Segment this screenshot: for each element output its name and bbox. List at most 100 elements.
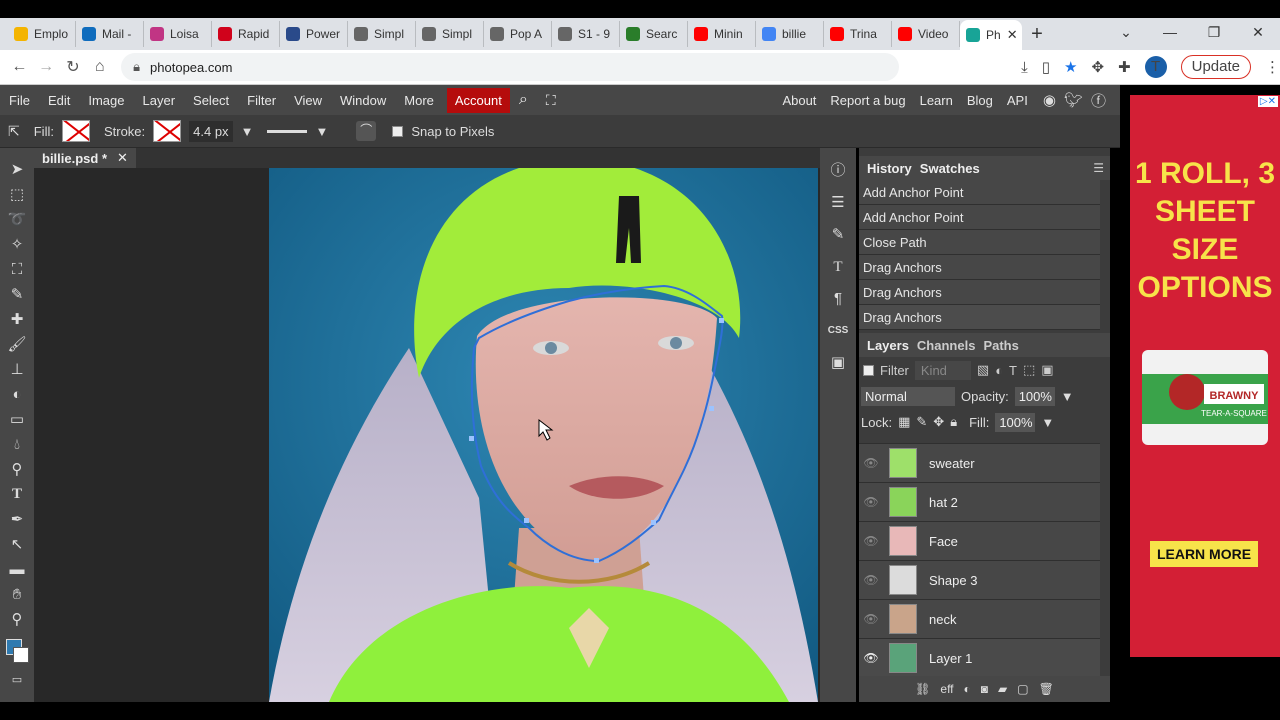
anchor-point[interactable] bbox=[719, 318, 724, 323]
menu-item-filter[interactable]: Filter bbox=[238, 93, 285, 108]
stamp-tool-icon[interactable]: ⊥ bbox=[6, 360, 28, 379]
path-selection-tool-icon[interactable]: ↖ bbox=[6, 535, 28, 554]
ad-close-icon[interactable]: ▷✕ bbox=[1257, 96, 1278, 107]
search-icon[interactable]: ⌕ bbox=[510, 91, 537, 109]
tab-swatches[interactable]: Swatches bbox=[916, 161, 984, 176]
visibility-eye-icon[interactable]: 👁︎ bbox=[859, 651, 883, 665]
browser-tab[interactable]: Minin bbox=[688, 21, 756, 47]
brush-settings-icon[interactable]: ✎ bbox=[832, 224, 845, 246]
stroke-swatch[interactable] bbox=[153, 120, 182, 142]
lasso-tool-icon[interactable]: ➰ bbox=[6, 210, 28, 229]
tab-search-icon[interactable]: ⌄ bbox=[1104, 18, 1148, 50]
visibility-eye-icon[interactable]: 👁︎ bbox=[859, 495, 883, 509]
link-api[interactable]: API bbox=[1000, 93, 1035, 108]
puzzle-icon[interactable]: ✚ bbox=[1118, 58, 1131, 76]
browser-tab[interactable]: Pop A bbox=[484, 21, 552, 47]
image-icon[interactable]: ▣ bbox=[831, 352, 845, 374]
browser-tab[interactable]: Simpl bbox=[416, 21, 484, 47]
stroke-style-dropdown-icon[interactable]: ▼ bbox=[315, 124, 328, 139]
layer-row[interactable]: 👁︎ Layer 1 bbox=[859, 638, 1100, 677]
delete-layer-icon[interactable]: 🗑︎ bbox=[1039, 682, 1054, 696]
fullscreen-icon[interactable]: ⛶ bbox=[537, 92, 565, 109]
filter-shape-icon[interactable]: ⬚ bbox=[1023, 362, 1035, 378]
browser-tab[interactable]: billie bbox=[756, 21, 824, 47]
color-swatches[interactable] bbox=[4, 639, 30, 665]
facebook-icon[interactable]: ⓕ bbox=[1091, 90, 1106, 111]
background-color[interactable] bbox=[13, 647, 29, 663]
link-learn[interactable]: Learn bbox=[913, 93, 960, 108]
eyedropper-tool-icon[interactable]: ✎ bbox=[6, 285, 28, 304]
menu-item-file[interactable]: File bbox=[0, 93, 39, 108]
zoom-tool-icon[interactable]: ⚲ bbox=[6, 610, 28, 629]
browser-tab[interactable]: Loisa bbox=[144, 21, 212, 47]
browser-menu-icon[interactable]: ⋮ bbox=[1265, 58, 1280, 76]
advertisement[interactable]: ▷✕ 1 ROLL, 3 SHEET SIZE OPTIONS BRAWNY T… bbox=[1130, 95, 1280, 657]
dodge-tool-icon[interactable]: ⚲ bbox=[6, 460, 28, 479]
anchor-point[interactable] bbox=[594, 558, 599, 563]
tab-layers[interactable]: Layers bbox=[863, 338, 913, 353]
back-icon[interactable]: ← bbox=[6, 58, 33, 76]
panel-menu-icon[interactable]: ☰ bbox=[1093, 161, 1104, 175]
blur-tool-icon[interactable]: 💧︎ bbox=[6, 435, 28, 454]
minimize-icon[interactable]: — bbox=[1148, 18, 1192, 50]
adjustments-icon[interactable]: ☰ bbox=[831, 192, 844, 214]
restore-icon[interactable]: ❐ bbox=[1192, 18, 1236, 50]
ad-learn-more-button[interactable]: LEARN MORE bbox=[1150, 541, 1258, 567]
anchor-point[interactable] bbox=[709, 406, 714, 411]
page-icon[interactable]: ▯ bbox=[1042, 58, 1050, 76]
account-button[interactable]: Account bbox=[446, 87, 510, 113]
new-layer-icon[interactable]: ▢ bbox=[1017, 682, 1028, 696]
menu-item-edit[interactable]: Edit bbox=[39, 93, 79, 108]
visibility-eye-icon[interactable]: 👁︎ bbox=[859, 456, 883, 470]
brush-tool-icon[interactable]: 🖌︎ bbox=[6, 335, 28, 354]
layer-row[interactable]: 👁︎ Shape 3 bbox=[859, 560, 1100, 599]
close-tab-icon[interactable]: ✕ bbox=[1007, 27, 1018, 43]
layer-row[interactable]: 👁︎ Face bbox=[859, 521, 1100, 560]
browser-tab[interactable]: S1 - 9 bbox=[552, 21, 620, 47]
type-tool-icon[interactable]: T bbox=[6, 485, 28, 504]
filter-type-icon[interactable]: T bbox=[1009, 363, 1017, 378]
browser-tab[interactable]: Power bbox=[280, 21, 348, 47]
fill-dropdown-icon[interactable]: ▼ bbox=[1041, 415, 1054, 430]
lock-position-icon[interactable]: ✥ bbox=[933, 414, 944, 430]
anchor-point[interactable] bbox=[651, 520, 656, 525]
browser-tab[interactable]: Video bbox=[892, 21, 960, 47]
move-tool-icon[interactable]: ➤ bbox=[6, 160, 28, 179]
tab-paths[interactable]: Paths bbox=[979, 338, 1022, 353]
browser-tab[interactable]: Rapid bbox=[212, 21, 280, 47]
gradient-tool-icon[interactable]: ▭ bbox=[6, 410, 28, 429]
browser-tab[interactable]: Mail - bbox=[76, 21, 144, 47]
pen-tool-icon[interactable]: ✒ bbox=[6, 510, 28, 529]
history-item[interactable]: Drag Anchors bbox=[859, 280, 1100, 305]
browser-tab[interactable]: Searc bbox=[620, 21, 688, 47]
tab-history[interactable]: History bbox=[863, 161, 916, 176]
snap-to-pixels-checkbox[interactable] bbox=[392, 125, 404, 137]
info-icon[interactable]: ⓘ bbox=[830, 160, 845, 182]
fill-swatch[interactable] bbox=[61, 120, 90, 142]
layer-thumbnail[interactable] bbox=[889, 448, 917, 478]
paragraph-icon[interactable]: ¶ bbox=[834, 288, 842, 310]
layer-thumbnail[interactable] bbox=[889, 526, 917, 556]
link-report-a-bug[interactable]: Report a bug bbox=[823, 93, 912, 108]
eraser-tool-icon[interactable]: ◐ bbox=[6, 385, 28, 404]
reload-icon[interactable]: ↻ bbox=[60, 57, 87, 77]
reddit-icon[interactable]: ◉ bbox=[1043, 91, 1056, 109]
layer-thumbnail[interactable] bbox=[889, 643, 917, 673]
install-app-icon[interactable]: ⤓ bbox=[1021, 59, 1028, 76]
browser-tab-active[interactable]: Ph ✕ bbox=[960, 20, 1022, 50]
layer-row[interactable]: 👁︎ sweater bbox=[859, 443, 1100, 482]
menu-item-more[interactable]: More bbox=[395, 93, 443, 108]
image-canvas[interactable] bbox=[269, 168, 818, 702]
menu-item-layer[interactable]: Layer bbox=[134, 93, 185, 108]
history-item[interactable]: Drag Anchors bbox=[859, 305, 1100, 330]
link-layers-icon[interactable]: ⛓ bbox=[915, 682, 930, 696]
opacity-dropdown-icon[interactable]: ▼ bbox=[1061, 389, 1074, 404]
character-icon[interactable]: T bbox=[833, 256, 842, 278]
browser-tab[interactable]: Simpl bbox=[348, 21, 416, 47]
history-item[interactable]: Close Path bbox=[859, 230, 1100, 255]
marquee-tool-icon[interactable]: ⬚ bbox=[6, 185, 28, 204]
filter-checkbox[interactable] bbox=[863, 364, 874, 376]
new-tab-button[interactable]: + bbox=[1022, 23, 1052, 46]
layer-mask-icon[interactable]: ◙ bbox=[981, 682, 988, 696]
anchor-point[interactable] bbox=[524, 518, 529, 523]
